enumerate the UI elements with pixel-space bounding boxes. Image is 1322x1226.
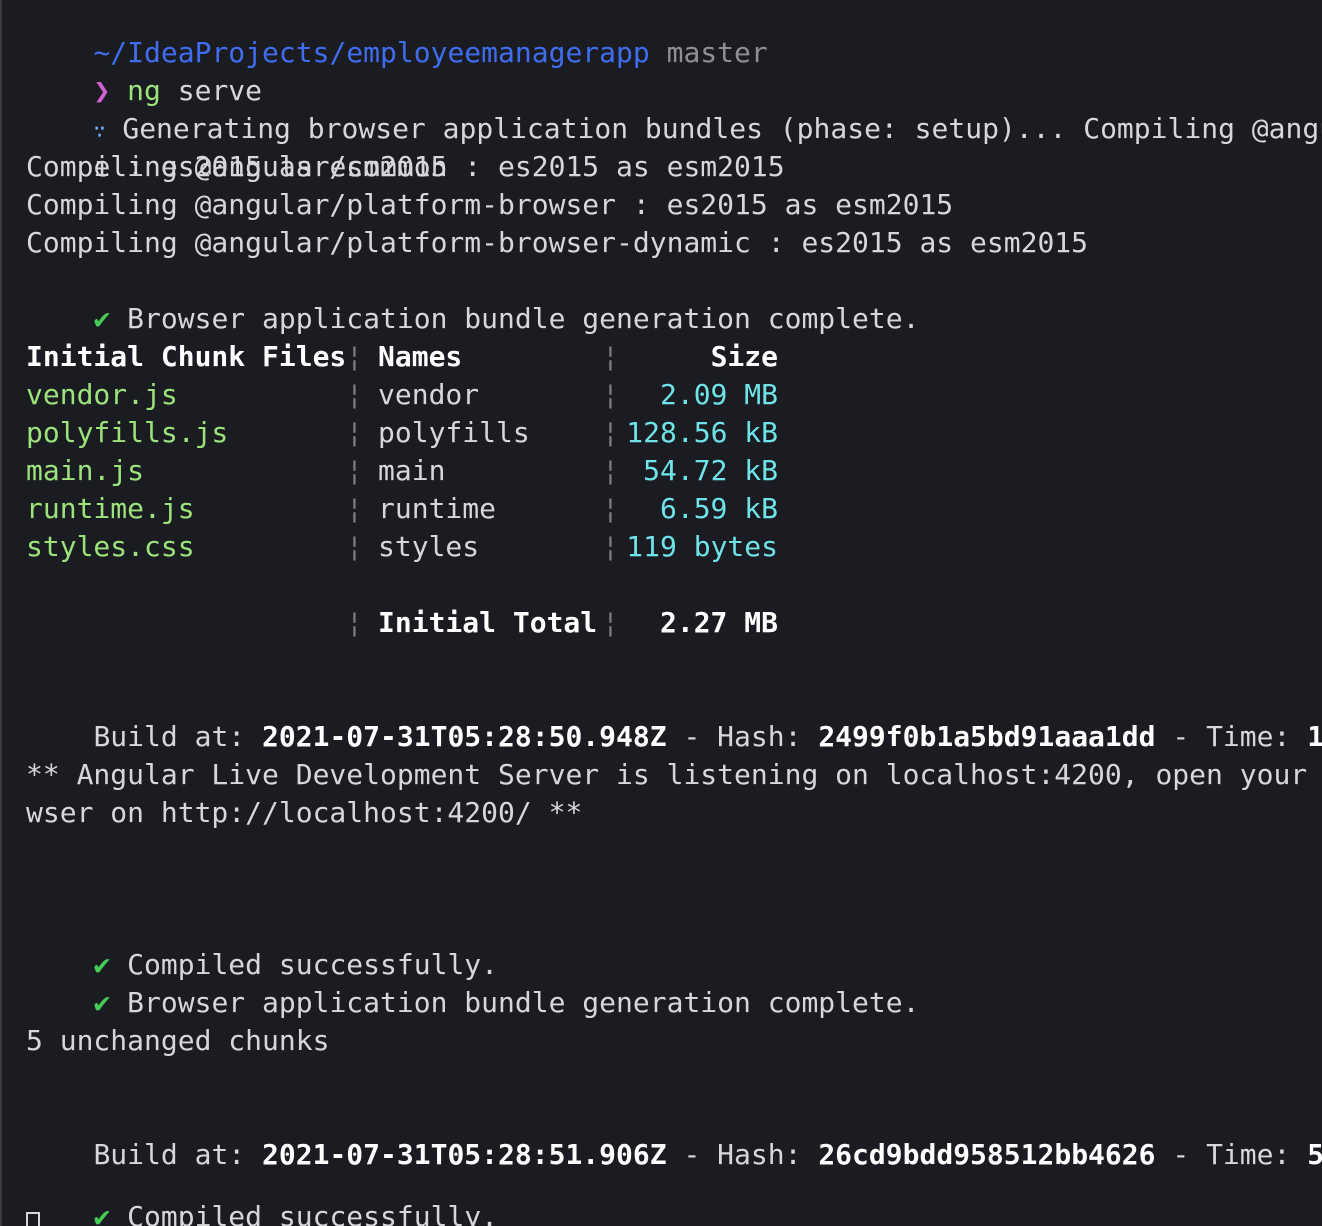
chunk-name: vendor [378,378,480,411]
bundle-complete-line: ✔ Browser application bundle generation … [26,262,1322,335]
table-header: Initial Chunk Files ¦ Names ¦ Size [26,338,1322,376]
chunk-size: 6.59 kB [659,492,778,525]
column-separator: ¦ [602,416,619,449]
server-text-wrap: wser on http://localhost:4200/ ** [26,796,583,829]
generating-line-wrap: e : es2015 as esm2015 [26,110,1322,183]
compiled-line: ✔ Compiled successfully. [26,1160,1322,1226]
table-total-row: ¦ Initial Total ¦ 2.27 MB [26,604,1322,642]
column-separator: ¦ [602,454,619,487]
bundle-complete-line: ✔ Browser application bundle generation … [26,946,1322,1019]
unchanged-line: 5 unchanged chunks [26,1022,1322,1060]
build-hash: 2499f0b1a5bd91aaa1dd [818,720,1156,753]
chunk-file: runtime.js [26,492,195,525]
terminal-cursor[interactable] [26,1212,40,1226]
time-label: Time: [1206,720,1291,753]
dash: - [1172,720,1190,753]
chunk-size: 2.09 MB [659,378,778,411]
server-text: ** Angular Live Development Server is li… [26,758,1322,791]
chunk-name: main [378,454,446,487]
table-row: main.js ¦ main ¦ 54.72 kB [26,452,1322,490]
total-label: Initial Total [378,606,598,639]
server-line: ** Angular Live Development Server is li… [26,756,1322,794]
column-separator: ¦ [346,492,363,525]
column-separator: ¦ [602,378,619,411]
chunk-size: 119 bytes [626,530,778,563]
compiled-line: ✔ Compiled successfully. [26,908,1322,981]
chunk-file: main.js [26,454,145,487]
column-separator: ¦ [346,378,363,411]
chunk-file: polyfills.js [26,416,229,449]
column-separator: ¦ [346,454,363,487]
build-label: Build at: [93,720,246,753]
column-separator: ¦ [346,530,363,563]
chunk-name: runtime [378,492,497,525]
compiling-text: Compiling @angular/platform-browser-dyna… [26,226,1089,259]
terminal-window[interactable]: ~/IdeaProjects/employeemanagerapp master… [0,0,1322,1226]
chunk-size: 128.56 kB [626,416,778,449]
compiling-text: Compiling @angular/platform-browser : es… [26,188,954,221]
column-separator: ¦ [346,416,363,449]
header-names: Names [378,340,463,373]
hash-label: Hash: [717,720,802,753]
table-row: styles.css ¦ styles ¦ 119 bytes [26,528,1322,566]
check-icon: ✔ [93,1200,111,1226]
check-icon: ✔ [93,986,111,1019]
total-size: 2.27 MB [659,606,778,639]
build-time: 15187 [1307,720,1322,753]
column-separator: ¦ [602,530,619,563]
command-line: ❯ ng serve [26,34,1322,107]
chunk-size: 54.72 kB [643,454,778,487]
column-separator: ¦ [346,340,363,373]
check-icon: ✔ [93,302,111,335]
bundle-complete-text: Browser application bundle generation co… [127,986,920,1019]
server-line-wrap: wser on http://localhost:4200/ ** [26,794,1322,832]
compiling-line: Compiling @angular/platform-browser : es… [26,186,1322,224]
header-size: Size [710,340,778,373]
table-row: runtime.js ¦ runtime ¦ 6.59 kB [26,490,1322,528]
chunk-file: styles.css [26,530,195,563]
prompt-path-line: ~/IdeaProjects/employeemanagerapp master [26,0,1322,69]
build-info-line: Build at: 2021-07-31T05:28:51.906Z - Has… [26,1098,1322,1171]
column-separator: ¦ [602,492,619,525]
column-separator: ¦ [602,606,619,639]
table-row: vendor.js ¦ vendor ¦ 2.09 MB [26,376,1322,414]
chunk-name: polyfills [378,416,530,449]
dash: - [683,720,701,753]
build-date: 2021-07-31T05:28:50.948Z [262,720,667,753]
build-info-line: Build at: 2021-07-31T05:28:50.948Z - Has… [26,680,1322,753]
header-files: Initial Chunk Files [26,340,347,373]
table-row: polyfills.js ¦ polyfills ¦ 128.56 kB [26,414,1322,452]
column-separator: ¦ [346,606,363,639]
chunk-name: styles [378,530,480,563]
compiling-line: Compiling @angular/common : es2015 as es… [26,148,1322,186]
bundle-complete-text: Browser application bundle generation co… [127,302,920,335]
generating-line: ∵ Generating browser application bundles… [26,72,1322,145]
column-separator: ¦ [602,340,619,373]
compiling-text: Compiling @angular/common : es2015 as es… [26,150,785,183]
chunk-file: vendor.js [26,378,178,411]
compiled-text: Compiled successfully. [127,1200,499,1226]
compiling-line: Compiling @angular/platform-browser-dyna… [26,224,1322,262]
unchanged-text: 5 unchanged chunks [26,1024,330,1057]
